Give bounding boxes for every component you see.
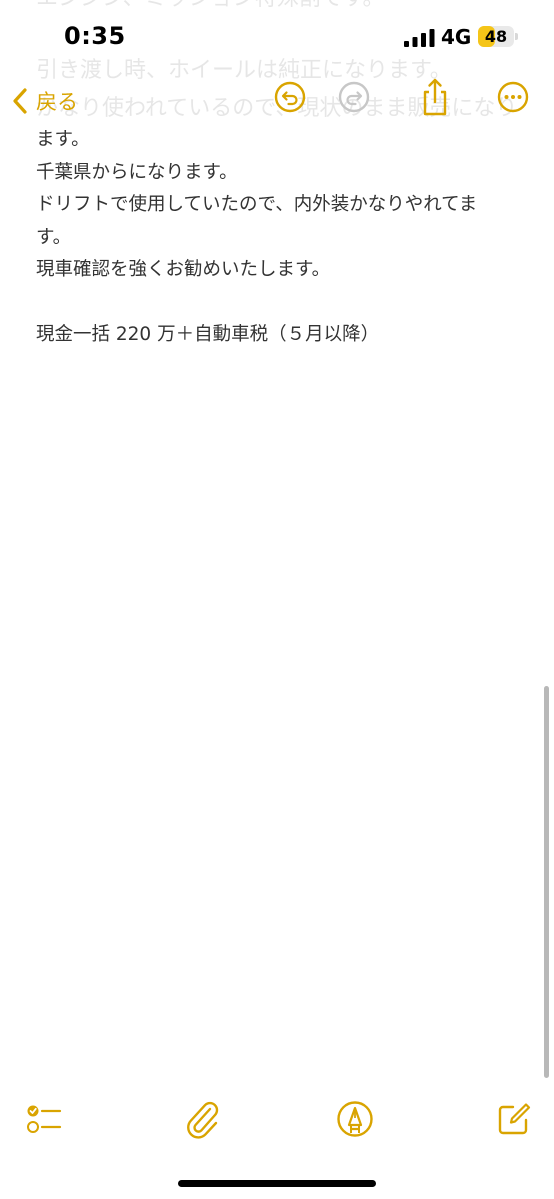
share-icon[interactable] — [419, 77, 451, 117]
scrollbar[interactable] — [544, 686, 549, 1078]
note-line: す。 — [36, 226, 72, 248]
note-line: 千葉県からになります。 — [36, 161, 238, 183]
note-line: 現金一括 220 万＋自動車税（５月以降） — [36, 324, 380, 345]
note-line: ドリフトで使用していたので、内外装かなりやれてま — [36, 194, 478, 215]
battery-indicator: 48 — [478, 26, 514, 47]
redo-icon[interactable] — [338, 81, 370, 113]
ellipsis-circle-icon[interactable] — [497, 81, 529, 113]
battery-tip — [515, 33, 518, 40]
note-line: 現車確認を強くお勧めいたします。 — [36, 259, 331, 280]
compose-icon[interactable] — [496, 1101, 532, 1137]
note-line — [36, 287, 506, 320]
chevron-left-icon — [13, 88, 27, 114]
back-label: 戻る — [36, 90, 78, 114]
note-body[interactable]: ます。 千葉県からになります。 ドリフトで使用していたので、内外装かなりやれてま… — [36, 124, 506, 352]
back-button[interactable]: 戻る — [10, 80, 78, 122]
undo-icon[interactable] — [274, 81, 306, 113]
cellular-signal-icon — [404, 29, 435, 47]
checklist-icon[interactable] — [26, 1101, 62, 1137]
notes-screen: エンジン、ミッション特殊割です。 引き渡し時、ホイールは純正になります。 かなり… — [0, 0, 554, 1199]
bottom-toolbar — [0, 1098, 554, 1148]
network-type: 4G — [441, 25, 472, 49]
battery-level: 48 — [484, 27, 508, 46]
home-indicator[interactable] — [178, 1180, 376, 1187]
pen-tip-icon[interactable] — [336, 1100, 374, 1138]
paperclip-icon[interactable] — [183, 1099, 221, 1139]
status-bar: 0:35 4G 48 — [0, 0, 554, 72]
navigation-bar: 戻る — [0, 76, 554, 126]
status-time: 0:35 — [64, 22, 126, 50]
note-line: ます。 — [36, 129, 90, 150]
